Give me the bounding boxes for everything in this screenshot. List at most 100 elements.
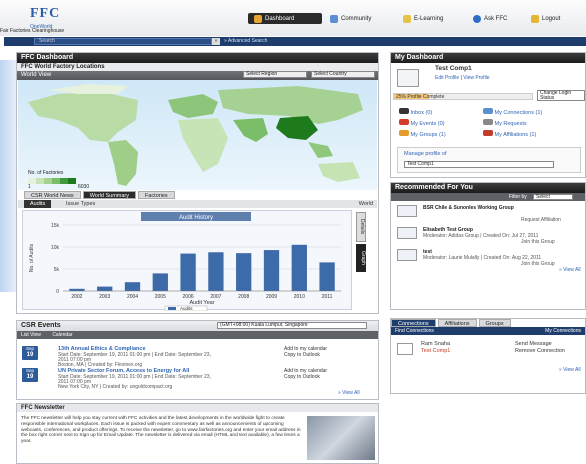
nav-community-label: Community: [341, 15, 372, 22]
tab-groups[interactable]: Groups: [478, 319, 511, 327]
advanced-search-link[interactable]: » Advanced Search: [224, 38, 267, 44]
group-logo[interactable]: [397, 227, 417, 239]
recommended-panel: Recommended For You Filter by Select BSR…: [390, 182, 586, 310]
tab-connections[interactable]: Connections: [391, 319, 436, 327]
dashboard-links-right: My Connections (1) My Requests My Affili…: [483, 108, 542, 141]
world-map-graphic: [28, 84, 363, 186]
nav-elearning-label: E-Learning: [414, 15, 444, 22]
group-logo[interactable]: [397, 249, 417, 261]
newsletter-text: The FFC newsletter will help you stay cu…: [21, 416, 301, 445]
tab-csr-world-news[interactable]: CSR World News: [24, 191, 81, 199]
nav-ask-ffc[interactable]: Ask FFC: [473, 13, 507, 24]
event-date-badge: Sep 19: [22, 368, 38, 382]
my-groups-link[interactable]: My Groups (1): [399, 130, 446, 141]
nav-elearning[interactable]: E-Learning: [403, 13, 443, 24]
tab-factories[interactable]: Factories: [138, 191, 175, 199]
view-label: World View: [21, 72, 52, 78]
country-select[interactable]: Select Country: [311, 71, 375, 78]
audit-chart-area: Audit History 0 5k 10k 15k No. of Audits 2002 2…: [22, 210, 352, 312]
connections-bar: Find Connections My Connections: [391, 327, 585, 335]
timezone-select[interactable]: (GMT+08:00) Kuala Lumpur, Singapore: [217, 322, 367, 329]
connection-name[interactable]: Ram Snaha: [421, 341, 450, 347]
my-dashboard-panel: My Dashboard Test Comp1 Edit Profile | V…: [390, 52, 586, 178]
connections-icon: [483, 108, 493, 114]
bar: [97, 286, 113, 291]
details-side-tab[interactable]: Details: [356, 212, 366, 242]
newsletter-title: FFC Newsletter: [17, 404, 378, 412]
group-title[interactable]: BSR Chile & Sunonles Working Group: [423, 205, 514, 211]
inbox-icon: [399, 108, 409, 114]
ffc-logo[interactable]: FFC OneWorld: [30, 6, 70, 30]
nav-logout[interactable]: Logout: [531, 13, 560, 24]
manage-profile-select[interactable]: Test Comp1: [404, 161, 554, 168]
sub-tab-bar: Audits Issue Types World: [18, 200, 377, 208]
bar: [236, 253, 252, 291]
my-events-label: My Events (0): [410, 121, 445, 127]
y-tick-label: 15k: [51, 223, 60, 229]
inbox-link[interactable]: Inbox (0): [399, 108, 446, 119]
dashboard-links-left: Inbox (0) My Events (0) My Groups (1): [399, 108, 446, 141]
group-action-link[interactable]: Join this Group: [521, 239, 555, 245]
legend-label: Audits: [180, 306, 193, 311]
find-connections-link[interactable]: Find Connections: [395, 328, 434, 334]
change-login-select[interactable]: Change Login Status: [537, 90, 585, 101]
remove-connection-link[interactable]: Remove Connection: [515, 348, 565, 354]
x-tick-label: 2005: [155, 294, 166, 300]
edit-profile-link[interactable]: Edit Profile: [435, 75, 459, 81]
x-tick-label: 2010: [294, 294, 305, 300]
y-tick-label: 10k: [51, 245, 60, 251]
connection-avatar[interactable]: [397, 343, 413, 355]
connections-panel: Connections Affiliations Groups Find Con…: [390, 318, 586, 394]
my-events-link[interactable]: My Events (0): [399, 119, 446, 130]
events-view-bar: List View Calendar: [17, 331, 378, 339]
bar: [124, 282, 141, 291]
group-logo[interactable]: [397, 205, 417, 217]
bar: [180, 253, 196, 291]
logo-text: FFC: [30, 6, 61, 21]
calendar-icon: [399, 119, 409, 125]
connection-company[interactable]: Test Comp1: [421, 348, 450, 354]
nav-community[interactable]: Community: [330, 13, 371, 24]
connections-tabs: Connections Affiliations Groups: [391, 319, 585, 327]
profile-name[interactable]: Test Comp1: [435, 65, 472, 72]
send-message-link[interactable]: Send Message: [515, 341, 552, 347]
tab-audits[interactable]: Audits: [24, 200, 52, 208]
group-action-link[interactable]: Request Affiliation: [521, 217, 561, 223]
world-map[interactable]: No. of Factories 1 6030: [18, 80, 377, 190]
copy-to-outlook-link[interactable]: Copy to Outlook: [284, 374, 320, 380]
my-requests-link[interactable]: My Requests: [483, 119, 542, 130]
bar: [263, 250, 280, 291]
profile-links: Edit Profile | View Profile: [435, 75, 490, 81]
search-button[interactable]: »: [212, 38, 220, 45]
tab-world-summary[interactable]: World Summary: [82, 191, 137, 199]
view-profile-link[interactable]: View Profile: [463, 75, 489, 81]
my-connections-link[interactable]: My Connections (1): [483, 108, 542, 119]
filter-select[interactable]: Select: [533, 194, 573, 200]
nav-dashboard[interactable]: Dashboard: [248, 13, 322, 24]
x-tick-label: 2003: [99, 294, 110, 300]
my-affiliations-link[interactable]: My Affiliations (1): [483, 130, 542, 141]
group-action-link[interactable]: Join this Group: [521, 261, 555, 267]
region-select[interactable]: Select Region: [243, 71, 307, 78]
my-requests-label: My Requests: [494, 121, 527, 127]
my-connections-header[interactable]: My Connections: [545, 327, 581, 335]
x-tick-label: 2004: [127, 294, 138, 300]
event-date-badge: Sep 19: [22, 346, 38, 360]
search-bar: Search » » Advanced Search: [4, 37, 586, 46]
tab-issue-types[interactable]: Issue Types: [66, 200, 95, 208]
search-input[interactable]: Search: [34, 38, 212, 45]
calendar-tab[interactable]: Calendar: [52, 332, 72, 338]
bar: [291, 244, 307, 291]
x-axis-label: Audit Year: [189, 300, 214, 306]
list-view-tab[interactable]: List View: [21, 332, 41, 338]
profile-avatar[interactable]: [397, 69, 419, 87]
connections-view-all-link[interactable]: » View All: [559, 367, 581, 373]
copy-to-outlook-link[interactable]: Copy to Outlook: [284, 352, 320, 358]
tab-affiliations[interactable]: Affiliations: [437, 319, 477, 327]
y-tick-label: 5k: [54, 267, 60, 273]
recommended-view-all-link[interactable]: » View All: [559, 267, 581, 273]
events-view-all-link[interactable]: » View All: [338, 390, 360, 396]
top-bar: FFC OneWorld Fair Factories Clearinghous…: [0, 0, 586, 36]
graph-side-tab[interactable]: Graph: [356, 244, 366, 272]
x-tick-label: 2002: [71, 294, 82, 300]
